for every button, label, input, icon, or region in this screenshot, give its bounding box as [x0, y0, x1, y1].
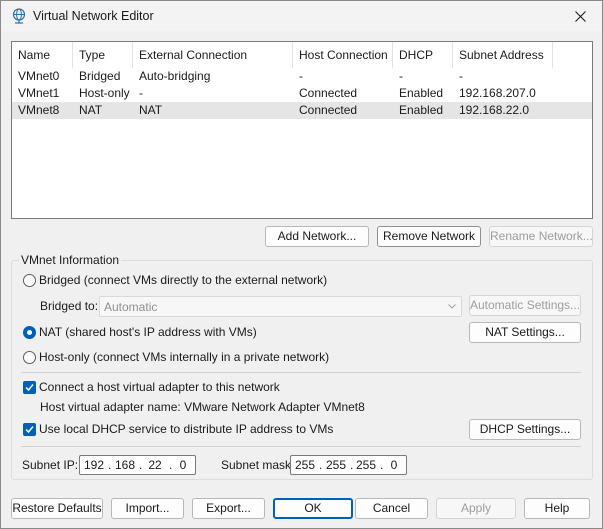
column-header-dhcp[interactable]: DHCP [393, 42, 453, 68]
subnet-mask-input[interactable]: 255 . 255 . 255 . 0 [290, 455, 407, 475]
cell-subnet-address: 192.168.207.0 [459, 86, 536, 100]
cell-dhcp: Enabled [399, 86, 444, 100]
subnet-mask-octet[interactable]: 255 [354, 458, 378, 473]
vmnet-information-group [11, 260, 593, 480]
export-button[interactable]: Export... [192, 498, 265, 519]
subnet-ip-octet[interactable]: 22 [143, 458, 167, 473]
import-button[interactable]: Import... [111, 498, 184, 519]
bridged-radio[interactable] [23, 274, 36, 287]
column-header-type[interactable]: Type [73, 42, 133, 68]
restore-defaults-button[interactable]: Restore Defaults [11, 498, 103, 519]
connect-adapter-label[interactable]: Connect a host virtual adapter to this n… [39, 380, 280, 395]
title-bar: Virtual Network Editor [1, 1, 602, 31]
cell-subnet-address: 192.168.22.0 [459, 103, 530, 117]
remove-network-button[interactable]: Remove Network [377, 226, 481, 247]
close-button[interactable] [558, 1, 602, 31]
cell-name: VMnet1 [18, 86, 60, 100]
subnet-mask-label: Subnet mask: [221, 458, 295, 472]
column-header-name[interactable]: Name [12, 42, 73, 68]
table-row-selected[interactable]: VMnet8 NAT NAT Connected Enabled 192.168… [12, 102, 592, 119]
column-header-host-connection[interactable]: Host Connection [293, 42, 393, 68]
cell-type: Bridged [79, 69, 121, 83]
rename-network-button[interactable]: Rename Network... [489, 226, 593, 247]
cell-dhcp: Enabled [399, 103, 444, 117]
checkmark-icon [25, 384, 34, 392]
cancel-button[interactable]: Cancel [355, 498, 428, 519]
divider [21, 446, 581, 447]
host-only-label[interactable]: Host-only (connect VMs internally in a p… [39, 350, 329, 365]
column-header-external-connection[interactable]: External Connection [133, 42, 293, 68]
bridged-to-select[interactable]: Automatic [99, 296, 462, 317]
bridged-to-value: Automatic [104, 300, 158, 314]
nat-radio[interactable] [23, 326, 36, 339]
virtual-network-editor-window: Virtual Network Editor Name Type Externa… [0, 0, 603, 529]
bridged-label[interactable]: Bridged (connect VMs directly to the ext… [39, 273, 327, 288]
adapter-name-text: Host virtual adapter name: VMware Networ… [40, 400, 365, 414]
vmnet-information-label: VMnet Information [19, 253, 122, 267]
cell-external-connection: - [139, 86, 143, 100]
subnet-ip-octet[interactable]: 168 [113, 458, 137, 473]
connect-adapter-checkbox[interactable] [23, 381, 36, 394]
cell-external-connection: NAT [139, 103, 163, 117]
divider [21, 372, 581, 373]
globe-network-icon [12, 8, 26, 24]
subnet-mask-octet[interactable]: 255 [324, 458, 348, 473]
subnet-mask-octet[interactable]: 0 [382, 458, 406, 473]
cell-subnet-address: - [459, 69, 463, 83]
automatic-settings-button[interactable]: Automatic Settings... [469, 295, 581, 316]
cell-name: VMnet8 [18, 103, 60, 117]
chevron-down-icon [448, 304, 456, 309]
close-icon [574, 10, 586, 22]
subnet-ip-octet[interactable]: 0 [171, 458, 195, 473]
ok-button[interactable]: OK [273, 498, 353, 519]
dhcp-checkbox[interactable] [23, 423, 36, 436]
network-list-header: Name Type External Connection Host Conne… [12, 42, 592, 68]
subnet-ip-octet[interactable]: 192 [82, 458, 106, 473]
dhcp-label[interactable]: Use local DHCP service to distribute IP … [39, 422, 333, 437]
subnet-ip-label: Subnet IP: [22, 458, 79, 472]
help-button[interactable]: Help [524, 498, 590, 519]
cell-name: VMnet0 [18, 69, 60, 83]
checkmark-icon [25, 426, 34, 434]
table-row[interactable]: VMnet1 Host-only - Connected Enabled 192… [12, 85, 592, 102]
cell-type: NAT [79, 103, 103, 117]
network-list[interactable]: Name Type External Connection Host Conne… [11, 41, 593, 219]
add-network-button[interactable]: Add Network... [265, 226, 369, 247]
nat-label[interactable]: NAT (shared host's IP address with VMs) [39, 325, 257, 340]
cell-type: Host-only [79, 86, 130, 100]
subnet-ip-input[interactable]: 192 . 168 . 22 . 0 [79, 455, 196, 475]
subnet-mask-octet[interactable]: 255 [293, 458, 317, 473]
bridged-to-label: Bridged to: [40, 299, 99, 313]
host-only-radio[interactable] [23, 351, 36, 364]
nat-settings-button[interactable]: NAT Settings... [469, 322, 581, 343]
cell-host-connection: Connected [299, 86, 358, 100]
cell-host-connection: Connected [299, 103, 358, 117]
cell-dhcp: - [399, 69, 403, 83]
window-title: Virtual Network Editor [33, 9, 154, 23]
dhcp-settings-button[interactable]: DHCP Settings... [469, 419, 581, 440]
table-row[interactable]: VMnet0 Bridged Auto-bridging - - - [12, 68, 592, 85]
cell-host-connection: - [299, 69, 303, 83]
apply-button[interactable]: Apply [436, 498, 516, 519]
column-header-subnet-address[interactable]: Subnet Address [453, 42, 553, 68]
cell-external-connection: Auto-bridging [139, 69, 211, 83]
